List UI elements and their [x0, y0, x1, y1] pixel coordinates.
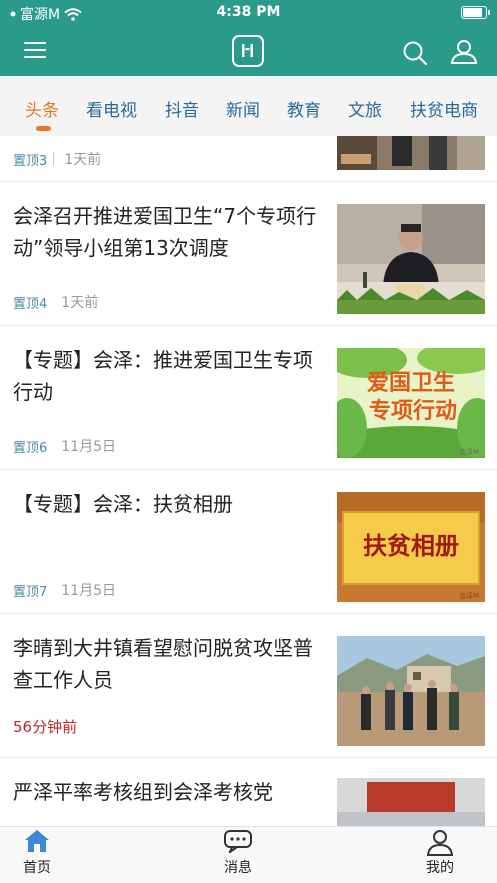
status-time: 4:38 PM	[216, 4, 281, 20]
news-title: 严泽平率考核组到会泽考核党	[13, 780, 273, 804]
thumbnail-caption: 爱国卫生	[367, 371, 455, 396]
pinned-badge: 置顶3	[13, 153, 48, 169]
channel-tabs: 头条 看电视 抖音 新闻 教育 文旅 扶贫电商	[0, 76, 497, 136]
news-thumbnail	[337, 136, 485, 170]
publish-time: 1天前	[61, 295, 99, 311]
news-thumbnail	[337, 778, 485, 826]
logo-mark-icon	[242, 44, 253, 57]
nav-messages[interactable]: 消息	[208, 829, 268, 877]
tab-tv[interactable]: 看电视	[86, 96, 137, 121]
publish-time: 1天前	[64, 152, 102, 168]
news-thumbnail	[337, 204, 485, 314]
list-item[interactable]: 严泽平率考核组到会泽考核党	[0, 758, 497, 826]
list-item[interactable]: 会泽召开推进爱国卫生“7个专项行动”领导小组第13次调度 置顶4 1天前	[0, 182, 497, 326]
publish-time: 11月5日	[61, 439, 117, 455]
status-bar: 富源M 4:38 PM	[0, 0, 497, 26]
news-title: 【专题】会泽：推进爱国卫生专项行动	[13, 348, 313, 404]
news-title: 李晴到大井镇看望慰问脱贫攻坚普查工作人员	[13, 636, 313, 692]
nav-home-label: 首页	[23, 860, 51, 876]
tab-culture-tourism[interactable]: 文旅	[348, 96, 382, 121]
tab-headlines[interactable]: 头条	[25, 96, 59, 121]
thumbnail-caption: 专项行动	[369, 398, 457, 424]
menu-icon[interactable]	[24, 40, 48, 60]
tab-news[interactable]: 新闻	[226, 96, 260, 121]
nav-messages-label: 消息	[224, 860, 252, 876]
news-title: 会泽召开推进爱国卫生“7个专项行动”领导小组第13次调度	[13, 204, 317, 260]
nav-home[interactable]: 首页	[7, 829, 67, 877]
app-header	[0, 26, 497, 76]
nav-profile[interactable]: 我的	[410, 829, 470, 877]
list-item[interactable]: 置顶3 1天前	[0, 136, 497, 182]
tab-poverty-ecommerce[interactable]: 扶贫电商	[410, 96, 478, 121]
pinned-badge: 置顶7	[13, 584, 48, 600]
message-icon	[224, 830, 252, 855]
battery-icon	[461, 6, 490, 19]
news-thumbnail: 扶贫相册 会泽M	[337, 492, 485, 602]
list-item[interactable]: 【专题】会泽：推进爱国卫生专项行动 置顶6 11月5日 爱国卫生 专项行动 会泽…	[0, 326, 497, 470]
news-thumbnail: 爱国卫生 专项行动 会泽M	[337, 348, 485, 458]
news-feed[interactable]: 置顶3 1天前 会泽召开推进爱国卫生“7个专项行动”领导小组第13次调度 置顶4…	[0, 136, 497, 826]
thumbnail-watermark: 会泽M	[459, 447, 479, 456]
user-icon[interactable]	[450, 38, 478, 66]
thumbnail-caption: 扶贫相册	[363, 532, 459, 560]
list-item[interactable]: 李晴到大井镇看望慰问脱贫攻坚普查工作人员 56分钟前	[0, 614, 497, 758]
tab-douyin[interactable]: 抖音	[165, 96, 199, 121]
news-thumbnail	[337, 636, 485, 746]
nav-profile-label: 我的	[426, 860, 454, 876]
profile-icon	[426, 830, 454, 856]
search-icon[interactable]	[402, 40, 428, 66]
publish-time: 56分钟前	[13, 718, 78, 736]
app-logo-icon	[232, 35, 264, 67]
active-tab-indicator	[36, 126, 51, 131]
list-item[interactable]: 【专题】会泽：扶贫相册 置顶7 11月5日 扶贫相册 会泽M	[0, 470, 497, 614]
publish-time: 11月5日	[61, 583, 117, 599]
news-title: 【专题】会泽：扶贫相册	[13, 492, 233, 516]
pinned-badge: 置顶6	[13, 440, 48, 456]
tab-education[interactable]: 教育	[287, 96, 321, 121]
thumbnail-watermark: 会泽M	[459, 591, 479, 600]
pinned-badge: 置顶4	[13, 296, 48, 312]
bottom-navigation: 首页 消息 我的	[0, 826, 497, 883]
home-icon	[25, 830, 49, 852]
